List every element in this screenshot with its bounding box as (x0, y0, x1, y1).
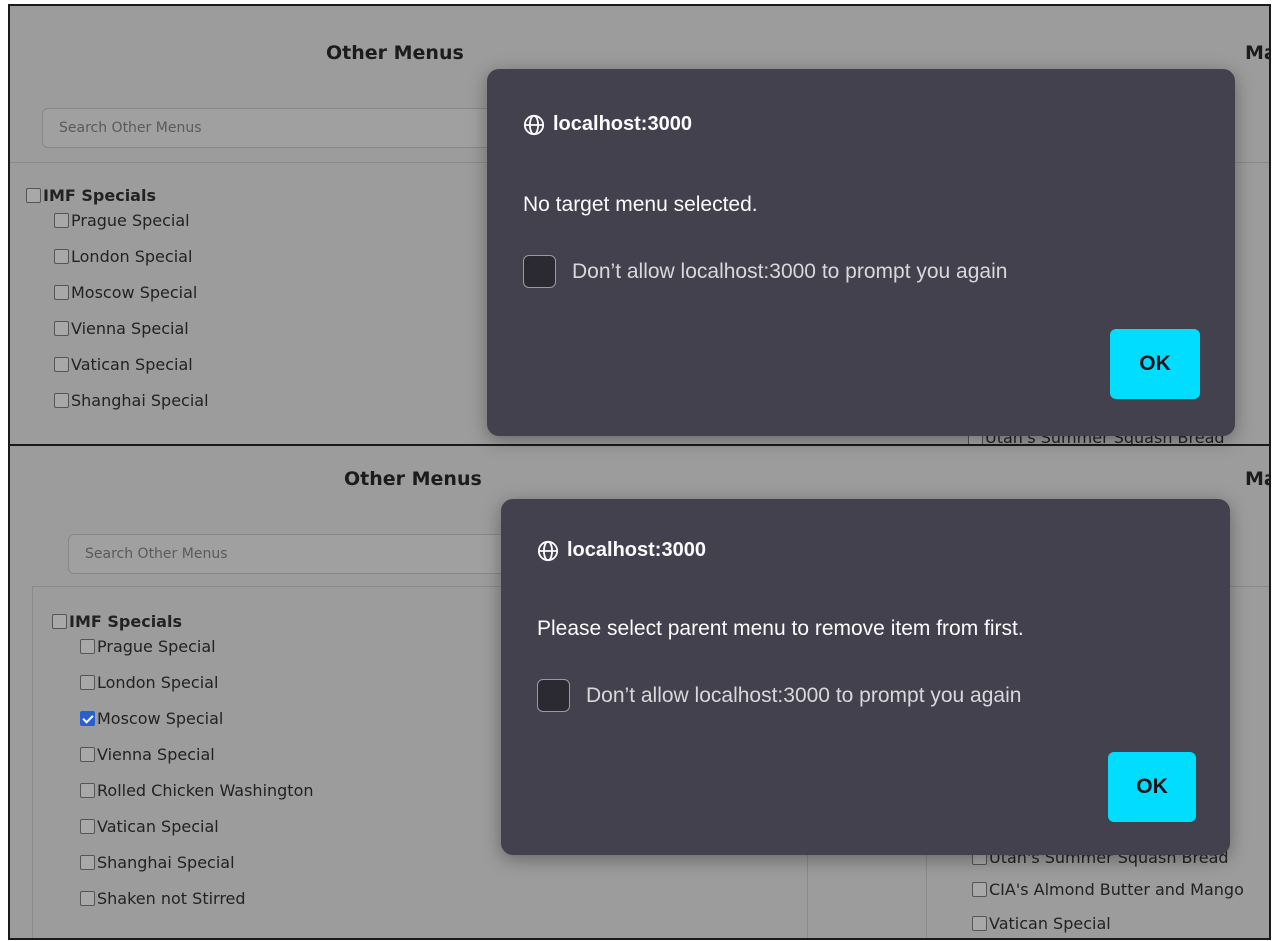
tree-item[interactable]: Shanghai Special (26, 382, 209, 418)
main-menu-item-label: Vatican Special (989, 914, 1111, 933)
checkbox[interactable] (972, 882, 987, 897)
tree-item[interactable]: Shaken not Stirred (52, 880, 314, 916)
checkbox[interactable] (80, 746, 95, 762)
checkbox[interactable] (54, 320, 69, 336)
checkbox[interactable] (523, 255, 556, 288)
tree-item-label: Shanghai Special (71, 390, 209, 410)
tree-item-label: Vienna Special (97, 744, 215, 764)
checkbox[interactable] (54, 356, 69, 372)
checkbox[interactable] (80, 674, 95, 690)
checkbox[interactable] (972, 916, 987, 931)
dialog-origin: localhost:3000 (523, 113, 692, 136)
dont-allow-prompt-label: Don’t allow localhost:3000 to prompt you… (586, 683, 1022, 707)
search-other-menus-input[interactable] (68, 534, 518, 574)
tree-item[interactable]: Shanghai Special (52, 844, 314, 880)
main-menu-heading-partial: Ma (1245, 42, 1269, 64)
checkbox[interactable] (80, 782, 95, 798)
tree-item[interactable]: Prague Special (52, 628, 314, 664)
globe-icon (523, 114, 545, 135)
ok-button[interactable]: OK (1108, 752, 1196, 822)
tree-item-label: Rolled Chicken Washington (97, 780, 314, 800)
main-menu-item-label: CIA's Almond Butter and Mango (989, 880, 1244, 899)
tree-parent-label: IMF Specials (69, 611, 182, 631)
dont-allow-prompt-checkbox[interactable]: Don’t allow localhost:3000 to prompt you… (537, 679, 1021, 712)
menu-tree: IMF Specials Prague Special London Speci… (52, 610, 314, 916)
other-menus-heading: Other Menus (344, 468, 482, 490)
tree-item-label: Shaken not Stirred (97, 888, 246, 908)
tree-item-label: Moscow Special (71, 282, 198, 302)
tree-box-border-left (32, 586, 33, 938)
menu-tree: IMF Specials Prague Special London Speci… (26, 184, 209, 418)
tree-item[interactable]: Moscow Special (52, 700, 314, 736)
ok-button[interactable]: OK (1110, 329, 1200, 399)
dialog-message: No target menu selected. (523, 193, 758, 216)
dialog-origin: localhost:3000 (537, 539, 706, 562)
tree-item[interactable]: London Special (26, 238, 209, 274)
search-other-menus-input[interactable] (42, 108, 512, 148)
tree-item[interactable]: Vatican Special (26, 346, 209, 382)
checkbox[interactable] (54, 212, 69, 228)
dialog-origin-label: localhost:3000 (567, 539, 706, 561)
tree-parent-label: IMF Specials (43, 185, 156, 205)
tree-item[interactable]: Vienna Special (52, 736, 314, 772)
tree-item-label: Moscow Special (97, 708, 224, 728)
dialog-message: Please select parent menu to remove item… (537, 617, 1024, 640)
checkbox[interactable] (52, 613, 67, 629)
tree-item[interactable]: London Special (52, 664, 314, 700)
checkbox[interactable] (537, 679, 570, 712)
main-menu-heading-partial: Ma (1245, 468, 1269, 490)
tree-item[interactable]: Moscow Special (26, 274, 209, 310)
other-menus-heading: Other Menus (326, 42, 464, 64)
tree-item[interactable]: Vatican Special (52, 808, 314, 844)
checkbox[interactable] (80, 854, 95, 870)
main-menu-item[interactable]: Vatican Special (972, 914, 1111, 933)
dialog-origin-label: localhost:3000 (553, 113, 692, 135)
tree-item-label: Prague Special (71, 210, 190, 230)
dont-allow-prompt-label: Don’t allow localhost:3000 to prompt you… (572, 259, 1008, 283)
checkmark-icon[interactable] (80, 710, 95, 726)
checkbox[interactable] (80, 638, 95, 654)
dont-allow-prompt-checkbox[interactable]: Don’t allow localhost:3000 to prompt you… (523, 255, 1007, 288)
checkbox[interactable] (26, 187, 41, 203)
tree-item[interactable]: Rolled Chicken Washington (52, 772, 314, 808)
checkbox[interactable] (54, 392, 69, 408)
checkbox[interactable] (80, 818, 95, 834)
tree-item[interactable]: Prague Special (26, 202, 209, 238)
tree-item-label: Prague Special (97, 636, 216, 656)
globe-icon (537, 540, 559, 561)
main-menu-item[interactable]: CIA's Almond Butter and Mango (972, 880, 1244, 899)
tree-item[interactable]: Vienna Special (26, 310, 209, 346)
alert-dialog: localhost:3000 No target menu selected. … (487, 69, 1235, 436)
tree-item-label: Vatican Special (71, 354, 193, 374)
tree-item-label: London Special (97, 672, 219, 692)
checkbox[interactable] (54, 248, 69, 264)
alert-dialog: localhost:3000 Please select parent menu… (501, 499, 1230, 855)
tree-item-label: Vatican Special (97, 816, 219, 836)
tree-item-label: London Special (71, 246, 193, 266)
checkbox[interactable] (80, 890, 95, 906)
checkbox[interactable] (54, 284, 69, 300)
tree-item-label: Shanghai Special (97, 852, 235, 872)
tree-item-label: Vienna Special (71, 318, 189, 338)
